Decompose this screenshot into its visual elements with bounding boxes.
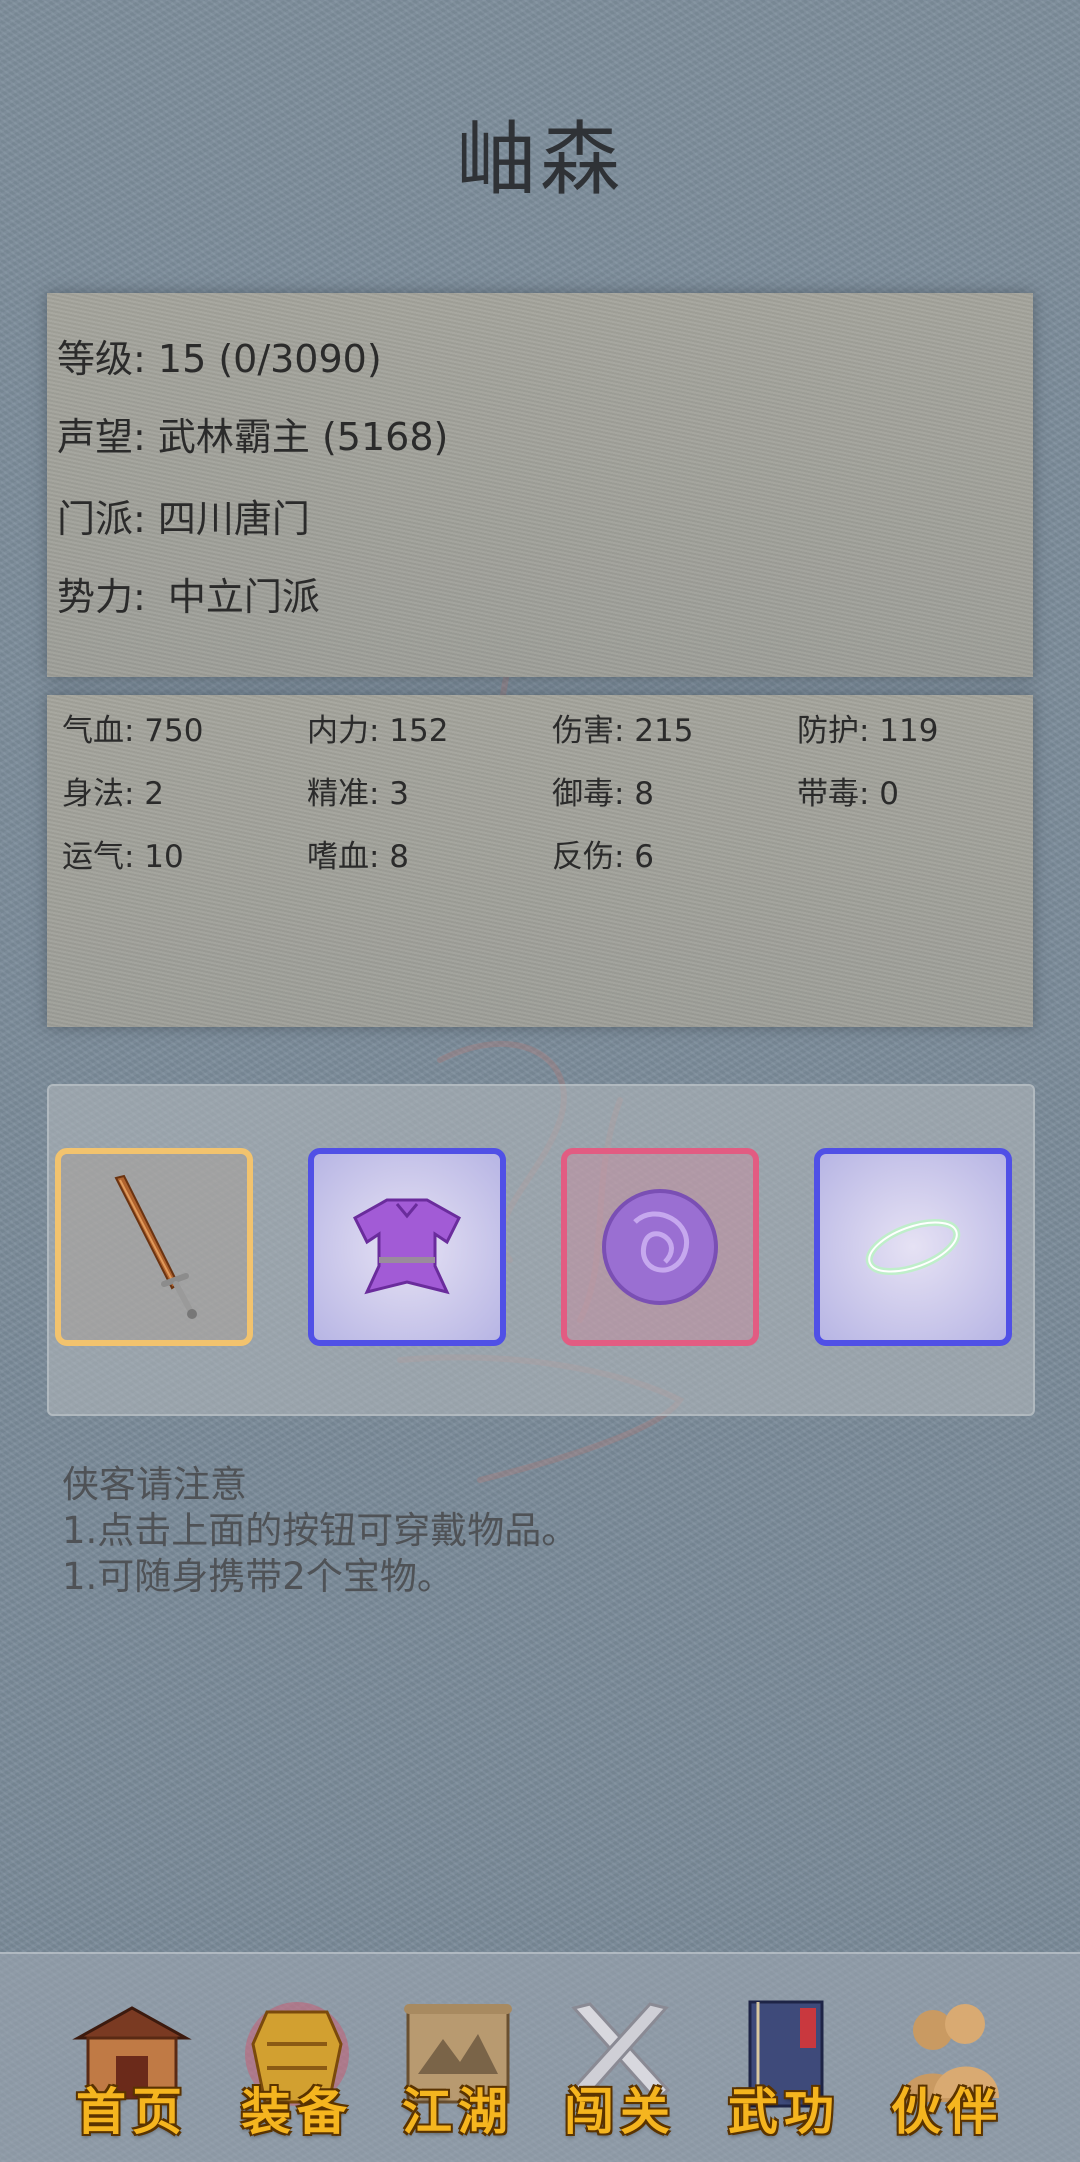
tab-challenge[interactable]: 闯关: [545, 1984, 695, 2144]
level-value: 15 (0/3090): [157, 337, 382, 381]
tab-home-label: 首页: [76, 2082, 188, 2141]
tab-martial-arts-label: 武功: [728, 2082, 840, 2141]
armor-icon: [353, 1198, 461, 1295]
fame-label: 声望:: [57, 415, 158, 459]
fame-row: 声望: 武林霸主 (5168): [57, 406, 448, 461]
bottom-tab-bar: 首页 装备 江湖 闯关 武功 伙伴: [0, 1952, 1080, 2162]
sect-value: 四川唐门: [157, 497, 310, 541]
tab-jianghu[interactable]: 江湖: [383, 1984, 533, 2144]
tab-equipment-label: 装备: [241, 2082, 353, 2141]
page-title: 岫森: [456, 113, 624, 206]
sect-row: 门派: 四川唐门: [57, 488, 310, 543]
notice-title: 侠客请注意: [62, 1463, 247, 1506]
fame-value: 武林霸主 (5168): [157, 415, 449, 459]
stat-luck: 运气: 10: [62, 839, 184, 875]
orb-icon: [602, 1189, 718, 1305]
tab-companions-label: 伙伴: [891, 2082, 1003, 2141]
stat-defense: 防护: 119: [797, 713, 939, 749]
tab-home[interactable]: 首页: [57, 1984, 207, 2144]
tab-companions[interactable]: 伙伴: [872, 1984, 1022, 2144]
attributes-panel: 气血: 750 内力: 152 伤害: 215 防护: 119 身法: 2 精准…: [47, 695, 1033, 1027]
notice-text: 侠客请注意 1.点击上面的按钮可穿戴物品。 1.可随身携带2个宝物。: [62, 1462, 578, 1600]
stat-agility: 身法: 2: [62, 776, 165, 812]
stat-damage: 伤害: 215: [552, 713, 694, 749]
stat-accuracy: 精准: 3: [307, 776, 410, 812]
tab-equipment[interactable]: 装备: [222, 1984, 372, 2144]
equip-slot-ring[interactable]: [814, 1148, 1012, 1346]
sect-label: 门派:: [57, 497, 158, 541]
equipment-panel: [47, 1084, 1035, 1416]
equip-slot-armor[interactable]: [308, 1148, 506, 1346]
stat-reflect: 反伤: 6: [552, 839, 655, 875]
stat-poison: 带毒: 0: [797, 776, 900, 812]
notice-line-1: 1.点击上面的按钮可穿戴物品。: [62, 1509, 579, 1552]
faction-row: 势力: 中立门派: [57, 566, 320, 621]
ring-icon: [865, 1218, 961, 1276]
stat-poison-resist: 御毒: 8: [552, 776, 655, 812]
faction-label: 势力:: [57, 575, 158, 619]
faction-value: 中立门派: [167, 575, 320, 619]
tab-martial-arts[interactable]: 武功: [709, 1984, 859, 2144]
stat-lifesteal: 嗜血: 8: [307, 839, 410, 875]
tab-jianghu-label: 江湖: [402, 2082, 514, 2141]
sword-icon: [114, 1174, 197, 1319]
level-row: 等级: 15 (0/3090): [57, 328, 382, 383]
equip-slot-treasure[interactable]: [561, 1148, 759, 1346]
notice-line-2: 1.可随身携带2个宝物。: [62, 1555, 454, 1598]
stat-inner-power: 内力: 152: [307, 713, 449, 749]
level-label: 等级:: [57, 337, 158, 381]
tab-challenge-label: 闯关: [564, 2082, 676, 2141]
stat-hp: 气血: 750: [62, 713, 204, 749]
equip-slot-weapon[interactable]: [55, 1148, 253, 1346]
character-info-panel: 等级: 15 (0/3090) 声望: 武林霸主 (5168) 门派: 四川唐门…: [47, 293, 1033, 677]
